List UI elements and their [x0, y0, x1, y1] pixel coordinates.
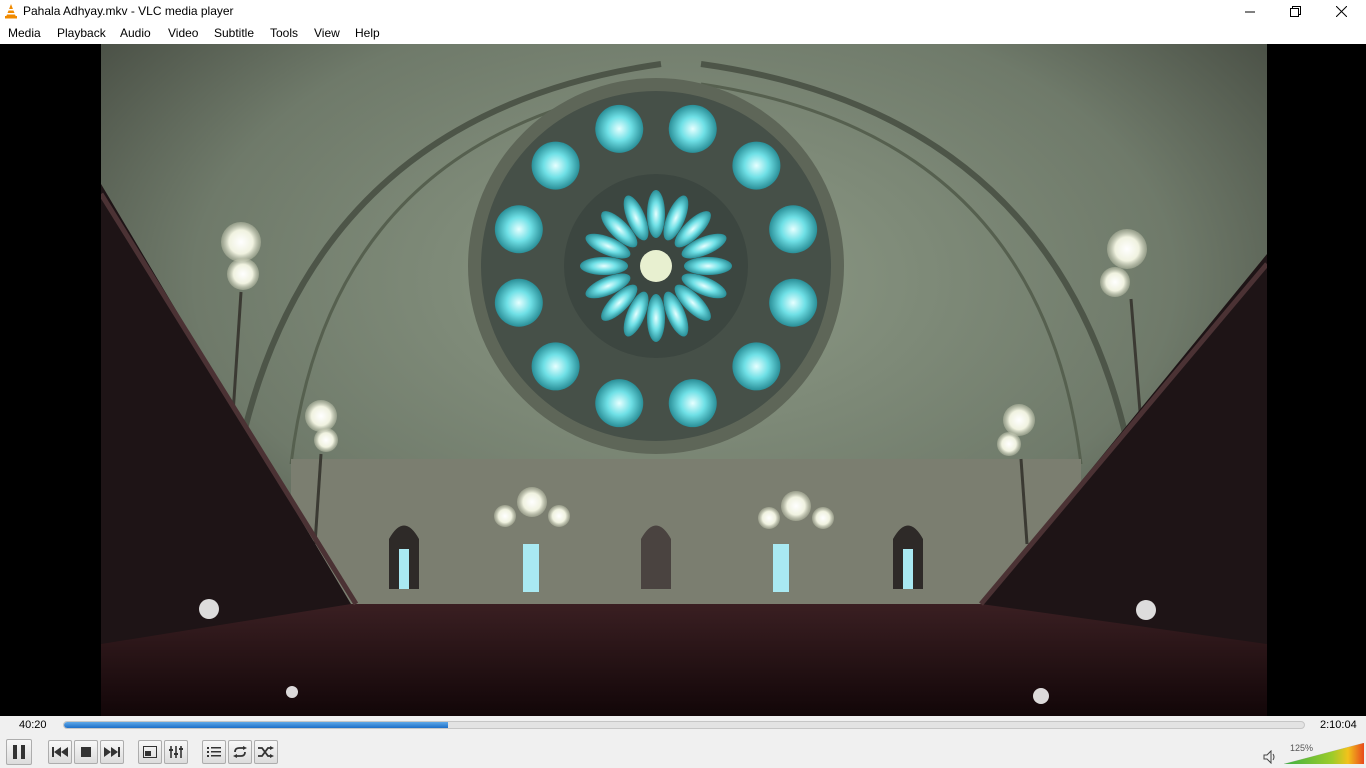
rose-window-inner-petal	[647, 294, 665, 342]
previous-icon	[52, 747, 68, 757]
menu-help[interactable]: Help	[355, 26, 380, 40]
next-button[interactable]	[100, 740, 124, 764]
menu-bar: Media Playback Audio Video Subtitle Tool…	[0, 23, 1366, 44]
minimize-button[interactable]	[1227, 0, 1273, 23]
vlc-cone-icon	[5, 4, 17, 19]
extended-settings-button[interactable]	[164, 740, 188, 764]
rose-window-petal	[531, 141, 580, 190]
menu-audio[interactable]: Audio	[120, 26, 151, 40]
rose-window-petal	[494, 278, 543, 327]
video-frame	[101, 44, 1267, 716]
menu-video[interactable]: Video	[168, 26, 198, 40]
loop-button[interactable]	[228, 740, 252, 764]
menu-tools[interactable]: Tools	[270, 26, 298, 40]
seek-slider[interactable]	[63, 721, 1305, 729]
fullscreen-icon	[143, 746, 157, 758]
volume-slider[interactable]	[1284, 743, 1364, 764]
elapsed-time[interactable]: 40:20	[19, 719, 47, 731]
rose-window-petal	[595, 379, 644, 428]
rose-window-petal	[668, 104, 717, 153]
pause-icon	[13, 745, 25, 759]
speaker-icon[interactable]	[1263, 750, 1277, 764]
rose-window-petal	[769, 278, 818, 327]
menu-subtitle[interactable]: Subtitle	[214, 26, 254, 40]
rose-window-petal	[732, 141, 781, 190]
rose-window-inner-petal	[647, 190, 665, 238]
rose-window-petal	[769, 205, 818, 254]
menu-view[interactable]: View	[314, 26, 340, 40]
rose-window-petal	[732, 342, 781, 391]
minimize-icon	[1245, 11, 1255, 12]
restore-icon	[1289, 6, 1301, 17]
title-bar: Pahala Adhyay.mkv - VLC media player	[0, 0, 1366, 23]
menu-media[interactable]: Media	[8, 26, 41, 40]
restore-button[interactable]	[1272, 0, 1318, 23]
rose-window-petal	[668, 379, 717, 428]
rose-window-petal	[494, 205, 543, 254]
window-title: Pahala Adhyay.mkv - VLC media player	[23, 4, 234, 18]
rose-window-inner-petal	[580, 257, 628, 275]
menu-playback[interactable]: Playback	[57, 26, 106, 40]
loop-icon	[233, 746, 247, 758]
stop-icon	[81, 747, 91, 757]
total-time[interactable]: 2:10:04	[1320, 719, 1357, 731]
playlist-button[interactable]	[202, 740, 226, 764]
close-icon	[1335, 6, 1347, 17]
seek-progress	[64, 722, 449, 728]
stop-button[interactable]	[74, 740, 98, 764]
seek-row: 40:20 2:10:04	[0, 716, 1366, 736]
playlist-icon	[207, 747, 221, 757]
close-button[interactable]	[1318, 0, 1364, 23]
rose-window-petal	[595, 104, 644, 153]
fullscreen-button[interactable]	[138, 740, 162, 764]
extended-settings-icon	[169, 746, 183, 758]
video-area[interactable]	[0, 44, 1366, 716]
random-button[interactable]	[254, 740, 278, 764]
previous-button[interactable]	[48, 740, 72, 764]
controls-bar: 125%	[0, 736, 1366, 768]
shuffle-icon	[258, 746, 274, 758]
rose-window-inner-petal	[684, 257, 732, 275]
pause-button[interactable]	[6, 739, 32, 765]
next-icon	[104, 747, 120, 757]
rose-window-petal	[531, 342, 580, 391]
